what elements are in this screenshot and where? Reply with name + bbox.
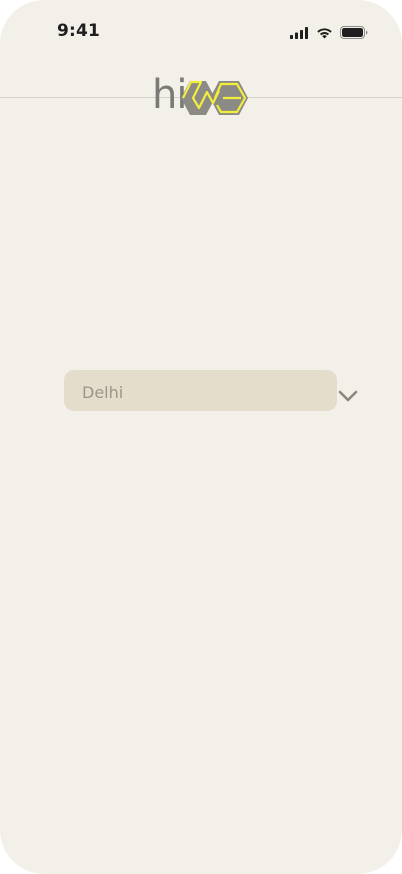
status-time: 9:41 <box>57 21 101 41</box>
status-icons <box>290 24 368 43</box>
city-select[interactable]: Delhi <box>64 370 337 411</box>
status-bar: 9:41 <box>0 0 402 64</box>
app-logo: hi <box>152 73 251 121</box>
cellular-signal-icon <box>290 24 309 43</box>
phone-screen: 9:41 hi Delhi <box>0 0 402 874</box>
wifi-icon <box>316 24 333 43</box>
city-select-value: Delhi <box>82 383 124 402</box>
chevron-down-icon[interactable] <box>338 388 358 402</box>
logo-hexagon-mark <box>179 79 251 121</box>
battery-icon <box>340 24 368 43</box>
